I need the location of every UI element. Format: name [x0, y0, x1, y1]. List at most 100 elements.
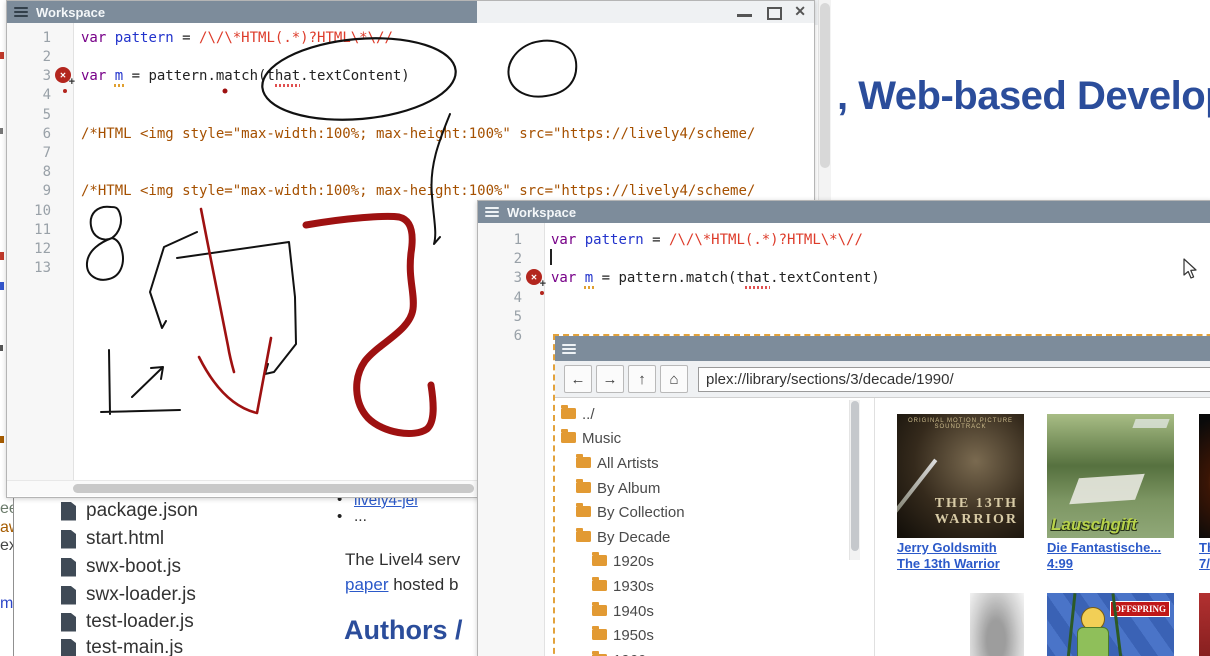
- error-x-icon: ✕: [531, 273, 538, 282]
- album-artist-link[interactable]: Die Fantastische...: [1047, 540, 1161, 555]
- folder-scrollbar[interactable]: [849, 400, 860, 560]
- line-number: 8: [7, 164, 51, 180]
- red-dot: [63, 89, 67, 93]
- paragraph-text: hosted b: [388, 575, 458, 594]
- file-name: test-main.js: [86, 637, 183, 656]
- ink-red-curve: [306, 216, 433, 433]
- line-number: 6: [7, 126, 51, 142]
- folder-item[interactable]: By Album: [555, 476, 851, 501]
- workspace1-titlebar-right: ✕: [477, 1, 814, 23]
- folder-icon: [576, 531, 591, 542]
- band-logo: [1132, 419, 1169, 428]
- page-title: , Web-based Develop: [837, 74, 1210, 119]
- fragment-mark: [0, 52, 4, 59]
- file-name: swx-loader.js: [86, 584, 196, 606]
- list-item: swx-loader.js: [61, 584, 196, 606]
- address-bar[interactable]: [698, 367, 1210, 392]
- fragment-mark: [0, 252, 4, 260]
- hamburger-menu-icon[interactable]: [485, 205, 499, 219]
- maximize-button[interactable]: [767, 7, 782, 20]
- home-button[interactable]: ⌂: [660, 365, 688, 393]
- line-number: 5: [7, 107, 51, 123]
- folder-icon: [592, 555, 607, 566]
- baby-graphic: [1077, 627, 1109, 656]
- hamburger-menu-icon[interactable]: [562, 342, 576, 356]
- file-icon: [61, 530, 76, 549]
- list-item: start.html: [61, 528, 164, 550]
- folder-item[interactable]: By Collection: [555, 500, 851, 525]
- album-title-link[interactable]: 4:99: [1047, 556, 1073, 571]
- line-number: 10: [7, 203, 51, 219]
- ink-red-line: [201, 209, 234, 372]
- album-cover-dark[interactable]: [1199, 414, 1210, 538]
- text-caret: [550, 249, 552, 265]
- close-button[interactable]: ✕: [794, 3, 806, 20]
- folder-icon: [576, 506, 591, 517]
- line-number: 9: [7, 183, 51, 199]
- list-item: swx-boot.js: [61, 556, 181, 578]
- album-cover-lauschgift[interactable]: Lauschgift: [1047, 414, 1174, 538]
- folder-item[interactable]: 1940s: [555, 599, 851, 624]
- lint-squiggle: [745, 286, 770, 289]
- error-badge[interactable]: ✕ +: [526, 269, 542, 285]
- folder-item[interactable]: 1930s: [555, 574, 851, 599]
- file-name: package.json: [86, 500, 198, 522]
- paper-link[interactable]: paper: [345, 575, 388, 594]
- window-title: Workspace: [507, 205, 576, 220]
- hamburger-menu-icon[interactable]: [14, 5, 28, 19]
- code-line: var pattern = /\/\*HTML(.*)?HTML\*\//: [81, 30, 393, 46]
- fragment-mark: [0, 282, 4, 290]
- folder-item[interactable]: Music: [555, 427, 851, 452]
- line-number: 7: [7, 145, 51, 161]
- folder-item[interactable]: 1960s: [555, 648, 851, 656]
- album-cover-red[interactable]: [1199, 593, 1210, 656]
- minimize-button[interactable]: [737, 14, 752, 17]
- folder-icon: [576, 482, 591, 493]
- album-cover-offspring[interactable]: OFFSPRING: [1047, 593, 1174, 656]
- error-badge[interactable]: ✕ +: [55, 67, 71, 83]
- hscrollbar-thumb[interactable]: [73, 484, 474, 493]
- browser-content: ../ Music All Artists By Album By Collec…: [555, 398, 1210, 656]
- file-name: swx-boot.js: [86, 556, 181, 578]
- up-button[interactable]: ↑: [628, 365, 656, 393]
- folder-scrollbar-thumb[interactable]: [851, 401, 859, 551]
- bullet-ellipsis: ...: [354, 508, 367, 526]
- cover-title-text: WARRIOR: [897, 512, 1018, 528]
- folder-item[interactable]: By Decade: [555, 525, 851, 550]
- file-name: test-loader.js: [86, 611, 194, 633]
- cover-small-text: ORIGINAL MOTION PICTURE SOUNDTRACK: [897, 418, 1024, 430]
- folder-item[interactable]: ../: [555, 402, 851, 427]
- line-number: 4: [478, 290, 522, 306]
- error-x-icon: ✕: [60, 71, 67, 80]
- file-icon: [61, 613, 76, 632]
- mouse-cursor-icon: [1183, 258, 1199, 280]
- list-item: test-loader.js: [61, 611, 194, 633]
- workspace2-titlebar[interactable]: Workspace: [478, 201, 1210, 223]
- browser-titlebar[interactable]: [555, 336, 1210, 361]
- ink-dot: [223, 89, 228, 94]
- album-cover-13th-warrior[interactable]: ORIGINAL MOTION PICTURE SOUNDTRACK THE 1…: [897, 414, 1024, 538]
- cover-banner-text: OFFSPRING: [1110, 601, 1170, 617]
- ink-polyline: [177, 242, 296, 374]
- lint-squiggle: [275, 84, 300, 87]
- album-cover-american-history-x[interactable]: AMERICANHISTORY X: [897, 593, 1024, 656]
- line-number: 3: [478, 270, 522, 286]
- album-grid: ORIGINAL MOTION PICTURE SOUNDTRACK THE 1…: [874, 398, 1210, 656]
- readme-scrollbar-thumb[interactable]: [820, 3, 830, 168]
- album-title-link[interactable]: 7/: [1199, 556, 1210, 571]
- folder-item[interactable]: 1920s: [555, 550, 851, 575]
- code-line: var m = pattern.match(that.textContent): [81, 68, 410, 84]
- file-browser: ← → ↑ ⌂ ../ Music All Artists By Album B…: [553, 334, 1210, 656]
- fragment-mark: [0, 436, 4, 443]
- album-artist-link[interactable]: Th: [1199, 540, 1210, 555]
- folder-item[interactable]: 1950s: [555, 623, 851, 648]
- folder-item[interactable]: All Artists: [555, 451, 851, 476]
- ink-arrow: [132, 367, 163, 397]
- ink-blob: [508, 41, 576, 97]
- back-button[interactable]: ←: [564, 365, 592, 393]
- album-artist-link[interactable]: Jerry Goldsmith: [897, 540, 997, 555]
- workspace2-window: Workspace 1 2 3 4 5 6 ✕ + var pattern = …: [477, 200, 1210, 656]
- workspace1-titlebar[interactable]: Workspace: [7, 1, 477, 23]
- album-title-link[interactable]: The 13th Warrior: [897, 556, 1000, 571]
- forward-button[interactable]: →: [596, 365, 624, 393]
